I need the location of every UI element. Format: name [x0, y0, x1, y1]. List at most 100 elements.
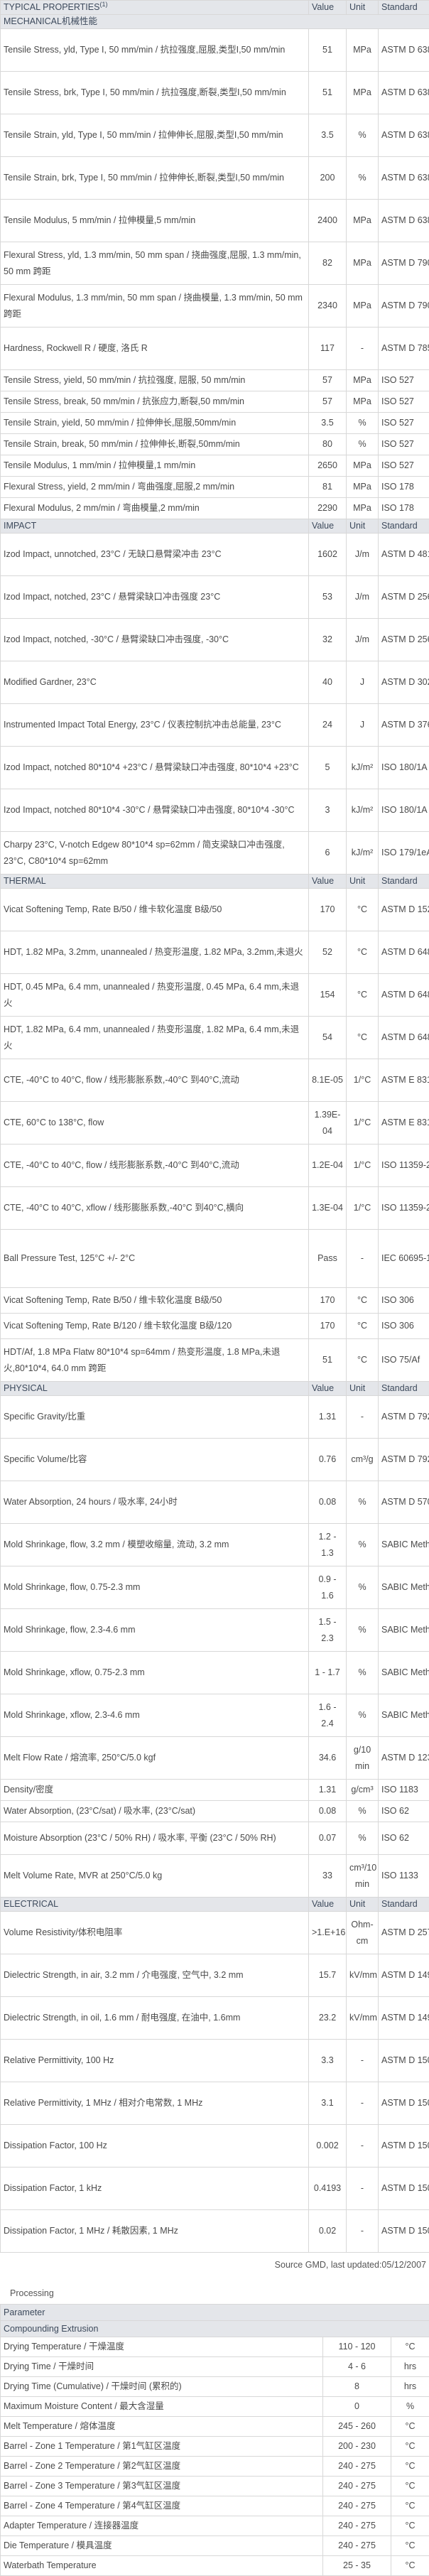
property-row: HDT, 1.82 MPa, 6.4 mm, unannealed / 热变形温…	[1, 1017, 429, 1059]
property-name: Dielectric Strength, in oil, 1.6 mm / 耐电…	[1, 1997, 309, 2040]
property-name: HDT, 0.45 MPa, 6.4 mm, unannealed / 热变形温…	[1, 974, 309, 1017]
property-name: Vicat Softening Temp, Rate B/120 / 维卡软化温…	[1, 1314, 309, 1339]
processing-value: 240 - 275	[323, 2496, 391, 2516]
property-unit: g/10 min	[347, 1737, 379, 1780]
property-value: 2340	[309, 285, 347, 328]
property-unit: kV/mm	[347, 1954, 379, 1997]
property-value: 54	[309, 1017, 347, 1059]
section-category: IMPACT	[1, 519, 309, 534]
property-unit: %	[347, 1801, 379, 1822]
property-standard: ISO 62	[379, 1822, 429, 1855]
processing-value: 25 - 35	[323, 2556, 391, 2576]
property-value: 52	[309, 931, 347, 974]
processing-unit: °C	[391, 2417, 429, 2437]
property-unit: °C	[347, 889, 379, 931]
property-unit: Ohm-cm	[347, 1912, 379, 1954]
property-row: Izod Impact, notched 80*10*4 -30°C / 悬臂梁…	[1, 789, 429, 832]
property-row: CTE, -40°C to 40°C, flow / 线形膨胀系数,-40°C …	[1, 1059, 429, 1102]
property-row: Vicat Softening Temp, Rate B/120 / 维卡软化温…	[1, 1314, 429, 1339]
processing-parameter: Barrel - Zone 2 Temperature / 第2气缸区温度	[1, 2457, 323, 2477]
property-standard: ASTM D 149	[379, 1954, 429, 1997]
property-standard: ASTM E 831	[379, 1102, 429, 1144]
processing-parameter: Barrel - Zone 4 Temperature / 第4气缸区温度	[1, 2496, 323, 2516]
property-name: Melt Volume Rate, MVR at 250°C/5.0 kg	[1, 1855, 309, 1898]
property-value: >1.E+16	[309, 1912, 347, 1954]
property-value: 1.2 - 1.3	[309, 1524, 347, 1566]
property-standard: ISO 179/1eA	[379, 832, 429, 875]
property-value: 80	[309, 434, 347, 455]
property-standard: ISO 11359-2	[379, 1144, 429, 1187]
property-name: Specific Volume/比容	[1, 1439, 309, 1481]
property-unit: kJ/m²	[347, 789, 379, 832]
property-value: 154	[309, 974, 347, 1017]
property-standard: ASTM D 638	[379, 29, 429, 72]
property-row: Tensile Strain, break, 50 mm/min / 拉伸伸长,…	[1, 434, 429, 455]
property-unit: MPa	[347, 370, 379, 391]
processing-row: Barrel - Zone 1 Temperature / 第1气缸区温度200…	[1, 2437, 429, 2457]
category-label: MECHANICAL机械性能	[1, 15, 429, 29]
property-name: Water Absorption, 24 hours / 吸水率, 24小时	[1, 1481, 309, 1524]
property-name: Tensile Stress, yield, 50 mm/min / 抗拉强度,…	[1, 370, 309, 391]
category-row: MECHANICAL机械性能	[1, 15, 429, 29]
processing-value: 4 - 6	[323, 2357, 391, 2377]
property-value: 32	[309, 619, 347, 661]
property-unit: °C	[347, 1017, 379, 1059]
property-standard: ISO 306	[379, 1288, 429, 1314]
property-row: Density/密度1.31g/cm³ISO 1183	[1, 1780, 429, 1801]
section-header-row: THERMALValueUnitStandard	[1, 875, 429, 889]
property-value: 2290	[309, 498, 347, 519]
property-unit: %	[347, 1566, 379, 1609]
processing-row: Drying Time / 干燥时间4 - 6hrs	[1, 2357, 429, 2377]
property-value: 1.3E-04	[309, 1187, 347, 1230]
property-standard: IEC 60695-10-2	[379, 1230, 429, 1288]
property-unit: 1/°C	[347, 1144, 379, 1187]
property-unit: MPa	[347, 29, 379, 72]
property-row: Flexural Modulus, 2 mm/min / 弯曲模量,2 mm/m…	[1, 498, 429, 519]
col-value-header: Value	[309, 1, 347, 15]
property-row: Specific Gravity/比重1.31-ASTM D 792	[1, 1396, 429, 1439]
col-value-header: Value	[309, 1382, 347, 1396]
property-value: 81	[309, 477, 347, 498]
property-value: 33	[309, 1855, 347, 1898]
property-name: Mold Shrinkage, flow, 3.2 mm / 模塑收缩量, 流动…	[1, 1524, 309, 1566]
processing-row: Maximum Moisture Content / 最大含湿量0%	[1, 2397, 429, 2417]
property-name: Tensile Strain, yld, Type I, 50 mm/min /…	[1, 114, 309, 157]
processing-row: Barrel - Zone 2 Temperature / 第2气缸区温度240…	[1, 2457, 429, 2477]
property-name: Mold Shrinkage, xflow, 2.3-4.6 mm	[1, 1694, 309, 1737]
processing-value: 240 - 275	[323, 2536, 391, 2556]
property-name: Tensile Modulus, 1 mm/min / 拉伸模量,1 mm/mi…	[1, 455, 309, 477]
col-standard-header: Standard	[379, 1, 429, 15]
property-unit: -	[347, 2082, 379, 2125]
property-standard: ISO 527	[379, 455, 429, 477]
property-standard: ASTM D 785	[379, 328, 429, 370]
property-row: Specific Volume/比容0.76cm³/gASTM D 792	[1, 1439, 429, 1481]
property-standard: ASTM D 1525	[379, 889, 429, 931]
property-name: Density/密度	[1, 1780, 309, 1801]
parameter-header: Parameter	[1, 2305, 429, 2321]
property-value: 2650	[309, 455, 347, 477]
property-row: Hardness, Rockwell R / 硬度, 洛氏 R117-ASTM …	[1, 328, 429, 370]
property-row: Tensile Strain, yld, Type I, 50 mm/min /…	[1, 114, 429, 157]
processing-value: 240 - 275	[323, 2457, 391, 2477]
property-unit: -	[347, 2168, 379, 2210]
property-name: Modified Gardner, 23°C	[1, 661, 309, 704]
property-unit: kV/mm	[347, 1997, 379, 2040]
property-unit: kJ/m²	[347, 832, 379, 875]
property-unit: J/m	[347, 576, 379, 619]
property-standard: ASTM D 648	[379, 931, 429, 974]
property-name: Dielectric Strength, in air, 3.2 mm / 介电…	[1, 1954, 309, 1997]
property-name: Vicat Softening Temp, Rate B/50 / 维卡软化温度…	[1, 1288, 309, 1314]
processing-title: Processing	[0, 2273, 429, 2301]
property-value: 6	[309, 832, 347, 875]
property-unit: MPa	[347, 72, 379, 114]
property-name: Dissipation Factor, 1 MHz / 耗散因素, 1 MHz	[1, 2210, 309, 2253]
property-row: Mold Shrinkage, xflow, 0.75-2.3 mm1 - 1.…	[1, 1652, 429, 1694]
property-name: Flexural Stress, yld, 1.3 mm/min, 50 mm …	[1, 242, 309, 285]
property-unit: 1/°C	[347, 1187, 379, 1230]
processing-group-row: Compounding Extrusion	[1, 2321, 429, 2337]
processing-group: Compounding Extrusion	[1, 2321, 429, 2337]
source-note: Source GMD, last updated:05/12/2007	[0, 2253, 429, 2273]
property-name: Flexural Modulus, 2 mm/min / 弯曲模量,2 mm/m…	[1, 498, 309, 519]
property-standard: ASTM D 3029	[379, 661, 429, 704]
property-name: Izod Impact, notched, -30°C / 悬臂梁缺口冲击强度,…	[1, 619, 309, 661]
